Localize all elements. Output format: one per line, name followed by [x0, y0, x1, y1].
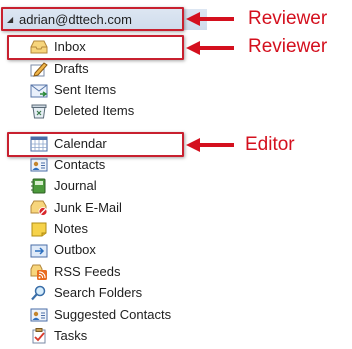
calendar-arrow-icon [186, 138, 234, 152]
junk-email-icon [30, 200, 48, 216]
folder-label: Outbox [54, 242, 96, 257]
folder-label: Journal [54, 178, 97, 193]
search-folders-icon [31, 285, 46, 300]
folder-label: Deleted Items [54, 103, 135, 118]
folder-label: Sent Items [54, 82, 117, 97]
suggested-contacts-icon [30, 308, 48, 321]
outbox-icon [30, 244, 48, 257]
account-highlight-box [1, 7, 184, 31]
notes-icon [31, 222, 47, 236]
folder-label: Suggested Contacts [54, 307, 172, 322]
folder-label: Tasks [54, 328, 88, 343]
calendar-highlight-box [7, 132, 184, 157]
tasks-icon [32, 327, 46, 343]
calendar-role-callout: Editor [245, 134, 295, 155]
folder-item-deleted-items[interactable]: Deleted Items [30, 101, 200, 120]
folder-item-junk-email[interactable]: Junk E-Mail [30, 198, 200, 217]
folder-label: Search Folders [54, 285, 143, 300]
inbox-arrow-icon [186, 41, 234, 55]
folder-item-outbox[interactable]: Outbox [30, 240, 200, 259]
drafts-icon [30, 61, 48, 77]
journal-icon [31, 178, 46, 193]
folder-item-suggested-contacts[interactable]: Suggested Contacts [30, 305, 200, 324]
deleted-items-icon [31, 104, 47, 118]
folder-label: RSS Feeds [54, 264, 121, 279]
inbox-role-callout: Reviewer [248, 36, 328, 57]
folder-label: Junk E-Mail [54, 200, 122, 215]
folder-label: Drafts [54, 61, 89, 76]
account-role-callout: Reviewer [248, 8, 328, 29]
contacts-icon [30, 158, 48, 171]
folder-item-sent-items[interactable]: Sent Items [30, 80, 200, 99]
folder-label: Contacts [54, 157, 106, 172]
rss-feeds-icon [30, 264, 47, 280]
folder-item-contacts[interactable]: Contacts [30, 155, 200, 174]
folder-item-drafts[interactable]: Drafts [30, 59, 200, 78]
inbox-highlight-box [7, 35, 184, 60]
folder-item-rss-feeds[interactable]: RSS Feeds [30, 262, 200, 281]
folder-item-search-folders[interactable]: Search Folders [30, 283, 200, 302]
folder-item-journal[interactable]: Journal [30, 176, 200, 195]
sent-items-icon [30, 84, 48, 97]
folder-label: Notes [54, 221, 88, 236]
folder-item-tasks[interactable]: Tasks [30, 326, 200, 345]
folder-item-notes[interactable]: Notes [30, 219, 200, 238]
account-arrow-icon [186, 12, 234, 26]
